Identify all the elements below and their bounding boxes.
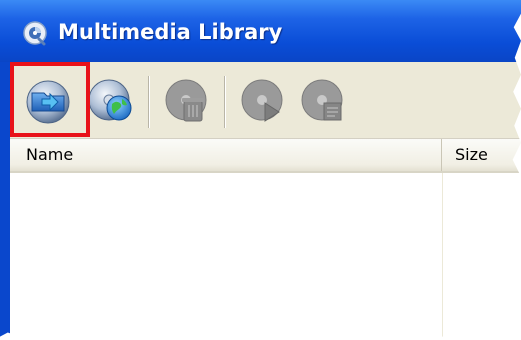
multimedia-library-window: Multimedia Library Name Size xyxy=(0,0,521,339)
play-button[interactable] xyxy=(238,76,288,126)
column-header-size[interactable]: Size xyxy=(443,139,521,171)
delete-button[interactable] xyxy=(162,76,212,126)
window-frame-left xyxy=(0,62,10,339)
online-disc-icon xyxy=(88,79,132,121)
title-bar[interactable]: Multimedia Library xyxy=(0,0,521,62)
media-list[interactable]: Name Size xyxy=(10,139,521,339)
properties-button[interactable] xyxy=(298,76,348,126)
list-header: Name Size xyxy=(10,139,521,173)
properties-disc-icon xyxy=(301,79,343,121)
highlight-box xyxy=(10,62,90,137)
app-logo-icon xyxy=(22,20,48,46)
play-disc-icon xyxy=(241,79,283,122)
window-title: Multimedia Library xyxy=(58,20,283,44)
column-header-name[interactable]: Name xyxy=(10,139,442,171)
toolbar-separator xyxy=(148,76,150,128)
delete-disc-icon xyxy=(165,79,207,122)
toolbar-separator xyxy=(224,76,226,128)
column-divider xyxy=(442,173,443,339)
online-button[interactable] xyxy=(87,76,137,126)
